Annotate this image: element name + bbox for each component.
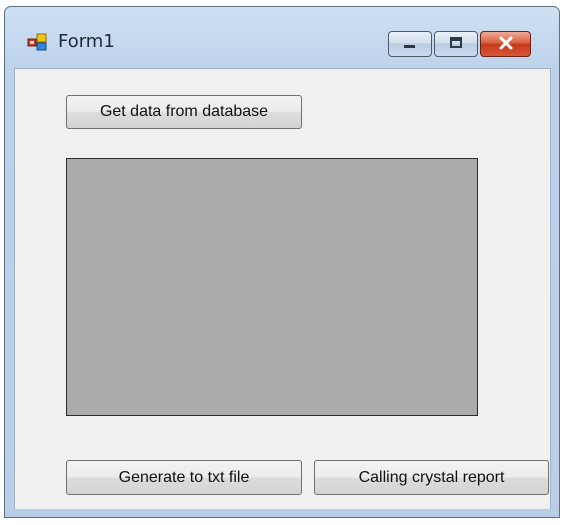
- title-bar[interactable]: Form1: [5, 7, 559, 73]
- get-data-button[interactable]: Get data from database: [66, 95, 302, 129]
- data-grid-view[interactable]: [66, 158, 478, 416]
- screenshot-page: Form1 Get data from database Generate to…: [0, 0, 564, 525]
- close-button[interactable]: [480, 31, 531, 57]
- close-icon: [497, 35, 515, 54]
- form-client-area: Get data from database Generate to txt f…: [14, 68, 551, 511]
- form1-window: Form1 Get data from database Generate to…: [4, 6, 560, 518]
- form-app-icon: [27, 33, 47, 51]
- minimize-button[interactable]: [388, 31, 432, 57]
- window-title: Form1: [58, 31, 115, 52]
- generate-txt-button[interactable]: Generate to txt file: [66, 460, 302, 495]
- crystal-report-button[interactable]: Calling crystal report: [314, 460, 549, 495]
- minimize-icon: [402, 35, 418, 54]
- maximize-icon: [448, 35, 464, 54]
- window-bottom-border: [5, 509, 559, 517]
- maximize-button[interactable]: [434, 31, 478, 57]
